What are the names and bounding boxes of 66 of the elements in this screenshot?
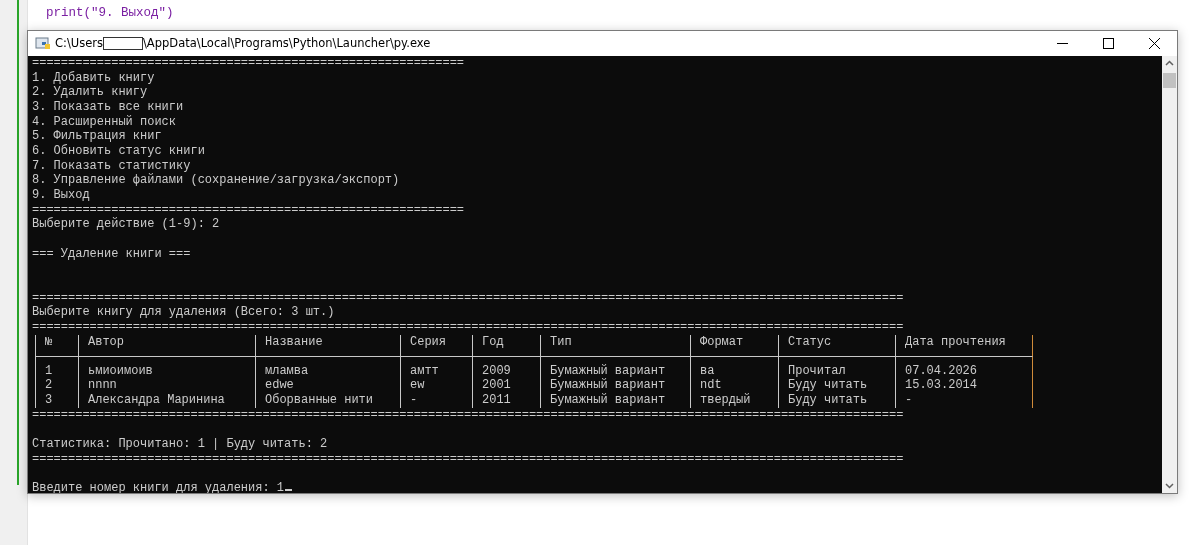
table-cell: Оборванные нити [255, 393, 400, 408]
table-cell: Буду читать [778, 393, 895, 408]
table-cell: Бумажный вариант [540, 356, 690, 379]
console-text: 9. Выход [32, 188, 90, 203]
console-text: ============================================================ [32, 202, 465, 217]
maximize-icon[interactable] [1102, 37, 1114, 49]
table-cell: 3 [35, 393, 78, 408]
console-text: ========================================================================================================================= [32, 290, 904, 305]
table-cell: 2001 [472, 378, 540, 394]
column-header: Формат [690, 334, 778, 357]
table-cell: Бумажный вариант [540, 393, 690, 408]
console-text: 1. Добавить книгу [32, 70, 155, 86]
table-cell: Буду читать [778, 378, 895, 394]
console-text: 4. Расширенный поиск [32, 114, 177, 130]
table-cell: 15.03.2014 [895, 378, 1033, 394]
scroll-thumb[interactable] [1163, 73, 1176, 88]
console-text: 7. Показать статистику [32, 158, 191, 173]
column-header: Автор [78, 334, 255, 357]
console-text: 8. Управление файлами (сохранение/загрузка/экспорт) [32, 173, 400, 189]
python-launcher-icon [35, 35, 51, 51]
console-text: 6. Обновить статус книги [32, 144, 205, 159]
table-cell: 2009 [472, 356, 540, 379]
code-line: print("9. Выход") [46, 6, 174, 21]
table-cell: - [400, 393, 472, 408]
table-cell: 2 [35, 378, 78, 394]
table-cell: 07.04.2026 [895, 356, 1033, 379]
console-text: ============================================================ [32, 56, 465, 71]
table-cell: nnnn [78, 378, 255, 394]
console-text: ========================================================================================================================= [32, 451, 904, 467]
column-header: Серия [400, 334, 472, 357]
table-cell: Александра Маринина [78, 393, 255, 408]
table-cell: ndt [690, 378, 778, 394]
table-cell: Бумажный вариант [540, 378, 690, 394]
console-text: Выберите книгу для удаления (Всего: 3 шт.) [32, 305, 335, 321]
column-header: № [35, 334, 78, 357]
console-text: ========================================================================================================================= [32, 407, 904, 423]
table-cell: ьмиоимоив [78, 356, 255, 379]
column-header: Название [255, 334, 400, 357]
table-cell: edwe [255, 378, 400, 394]
console-text: === Удаление книги === [32, 246, 191, 262]
table-cell: мламва [255, 356, 400, 379]
redaction-box [103, 36, 143, 50]
scrollbar[interactable] [1162, 56, 1177, 493]
table-cell: твердый [690, 393, 778, 408]
table-cell: 1 [35, 356, 78, 379]
window-title: \AppData\Local\Programs\Python\Launcher\py.exe [143, 36, 431, 50]
table-cell: ва [690, 356, 778, 379]
table-cell: амтт [400, 356, 472, 379]
table-cell: - [895, 393, 1033, 408]
text-cursor [285, 489, 293, 491]
close-icon[interactable] [1148, 37, 1160, 49]
console-prompt: Введите номер книги для удаления: 1 [32, 481, 285, 493]
table-cell: 2011 [472, 393, 540, 408]
console-text: 2. Удалить книгу [32, 85, 148, 100]
column-header: Дата прочтения [895, 334, 1033, 357]
column-header: Статус [778, 334, 895, 357]
table-cell: ew [400, 378, 472, 394]
console-text: 3. Показать все книги [32, 100, 184, 115]
column-header: Тип [540, 334, 690, 357]
column-header: Год [472, 334, 540, 357]
console-text: Статистика: Прочитано: 1 | Буду читать: 2 [32, 437, 328, 452]
console-text: ========================================================================================================================= [32, 320, 904, 335]
console-text: Выберите действие (1-9): 2 [32, 217, 220, 233]
console-text: 5. Фильтрация книг [32, 129, 162, 144]
table-cell: Прочитал [778, 356, 895, 379]
window-title: C:\Users [55, 36, 103, 50]
